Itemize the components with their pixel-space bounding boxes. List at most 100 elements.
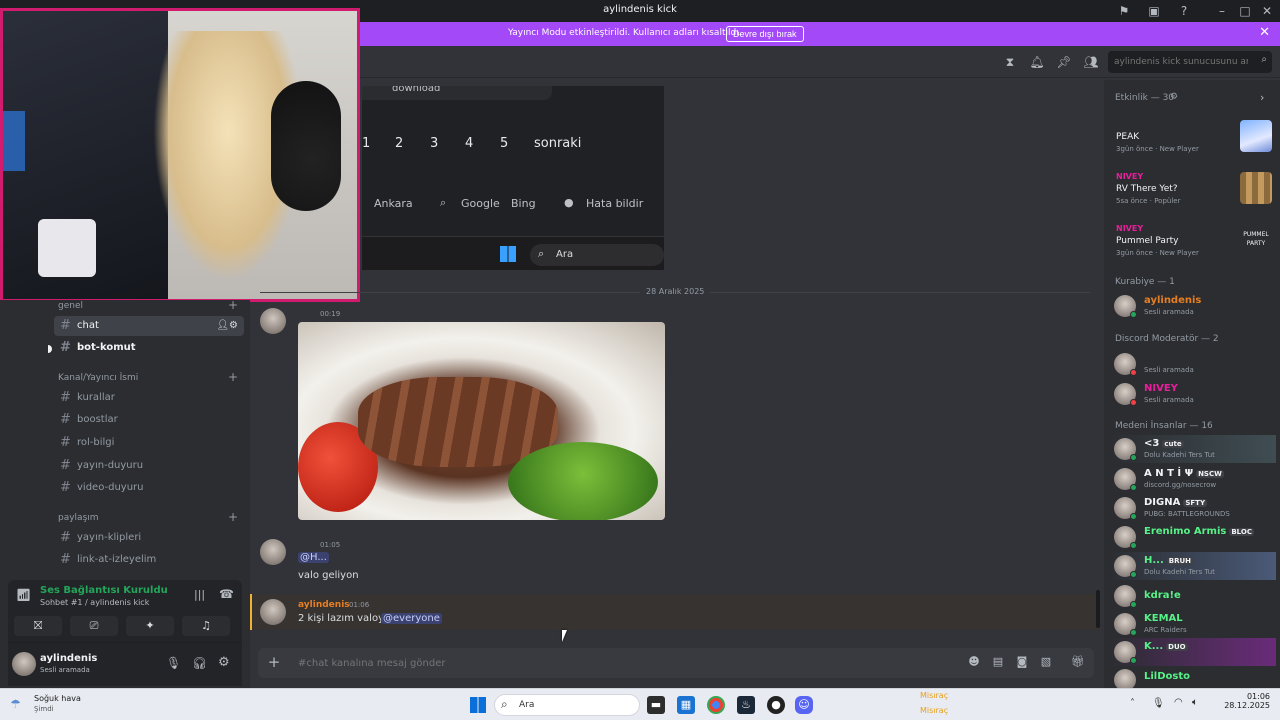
close-window-icon[interactable]: ✕ xyxy=(1259,3,1275,19)
message-author[interactable]: aylindenis xyxy=(298,600,350,610)
message-author[interactable] xyxy=(298,310,314,317)
image-icon[interactable]: ▧ xyxy=(1038,655,1054,671)
taskbar-search[interactable]: ⌕ Ara xyxy=(494,694,640,716)
close-icon[interactable]: ✕ xyxy=(1259,25,1270,40)
wifi-icon[interactable]: ◠ xyxy=(1174,697,1183,708)
store-icon[interactable]: ▦ xyxy=(677,696,695,714)
discord-icon[interactable]: ☺ xyxy=(795,696,813,714)
microphone-icon[interactable]: 🎙︎ xyxy=(1152,698,1165,709)
member-item[interactable]: LilDosto xyxy=(1110,666,1276,691)
activity-card[interactable]: NIVEY Pummel Party 3gün önce · New Playe… xyxy=(1110,222,1276,272)
page-3[interactable]: 3 xyxy=(430,136,438,151)
member-item[interactable]: aylindenis Sesli aramada xyxy=(1110,292,1276,320)
category-paylasim[interactable]: paylaşım xyxy=(58,513,99,523)
member-item[interactable]: kdra!e xyxy=(1110,582,1276,610)
activities-button[interactable]: ✦ xyxy=(126,616,174,636)
obs-icon[interactable]: ● xyxy=(767,696,785,714)
server-search[interactable]: ⌕ xyxy=(1108,51,1272,73)
page-1[interactable]: 1 xyxy=(362,136,370,151)
help-icon[interactable]: ? xyxy=(1176,3,1192,19)
footer-google[interactable]: Google xyxy=(461,197,500,210)
gift-icon[interactable]: 🎁︎ xyxy=(1070,655,1086,671)
member-item[interactable]: Sesli aramada xyxy=(1110,350,1276,378)
member-item[interactable]: Erenimo Armis BLOC xyxy=(1110,523,1276,551)
app-icon[interactable]: ☻ xyxy=(966,655,982,671)
start-icon[interactable] xyxy=(470,697,486,713)
activity-card[interactable]: NIVEY RV There Yet? 5sa önce · Popüler xyxy=(1110,170,1276,220)
avatar[interactable] xyxy=(260,308,286,334)
maximize-icon[interactable]: □ xyxy=(1237,3,1253,19)
voice-status[interactable]: Ses Bağlantısı Kuruldu xyxy=(40,585,168,596)
pin-icon[interactable]: 📌︎ xyxy=(1056,55,1072,71)
footer-report[interactable]: Hata bildir xyxy=(586,197,643,210)
page-2[interactable]: 2 xyxy=(395,136,403,151)
channel-rol-bilgi[interactable]: # rol-bilgi xyxy=(54,433,244,453)
add-channel-icon[interactable]: + xyxy=(228,298,238,312)
soundboard-button[interactable]: ♫ xyxy=(182,616,230,636)
weather-text[interactable]: Soğuk hava xyxy=(34,694,81,703)
member-item[interactable]: K... DUO xyxy=(1110,638,1276,666)
channel-link-at-izleyelim[interactable]: # link-at-izleyelim xyxy=(54,550,244,570)
file-explorer-icon[interactable]: ▬ xyxy=(647,696,665,714)
voice-channel[interactable]: Sohbet #1 / aylindenis kick xyxy=(40,598,149,607)
channel-bot-komut[interactable]: # bot-komut xyxy=(54,338,244,358)
channel-yayin-duyuru[interactable]: # yayın-duyuru xyxy=(54,456,244,476)
headphones-icon[interactable]: 🎧︎ xyxy=(192,656,207,670)
video-button[interactable]: ⛝ xyxy=(14,616,62,636)
steam-icon[interactable]: ♨ xyxy=(737,696,755,714)
chrome-icon[interactable] xyxy=(707,696,725,714)
sticker-icon[interactable]: ◙ xyxy=(1014,655,1030,671)
member-item[interactable]: DIGNA SFTY PUBG: BATTLEGROUNDS xyxy=(1110,494,1276,522)
footer-bing[interactable]: Bing xyxy=(511,197,536,210)
threads-icon[interactable]: ⧗ xyxy=(1002,55,1018,71)
member-item[interactable]: <3 cute Dolu Kadehi Ters Tut xyxy=(1110,435,1276,463)
microphone-icon[interactable]: 🎙︎ xyxy=(166,656,181,670)
settings-icon[interactable]: 👤︎⚙ xyxy=(216,316,238,336)
category-kanal[interactable]: Kanal/Yayıncı İsmi xyxy=(58,373,138,383)
screen-icon[interactable]: ▣ xyxy=(1146,3,1162,19)
disable-streamer-mode-button[interactable]: Devre dışı bırak xyxy=(726,26,804,42)
minimize-icon[interactable]: – xyxy=(1214,3,1230,19)
member-item[interactable]: KEMAL ARC Raiders xyxy=(1110,610,1276,638)
channel-video-duyuru[interactable]: # video-duyuru xyxy=(54,478,244,498)
events-header[interactable]: Etkinlik — 30 xyxy=(1115,93,1174,103)
footer-ankara[interactable]: Ankara xyxy=(374,197,413,210)
next-page[interactable]: sonraki xyxy=(534,136,581,151)
avatar[interactable] xyxy=(12,652,36,676)
member-item[interactable]: A N T İ Ψ NSCW discord.gg/nosecrow xyxy=(1110,465,1276,493)
bell-icon[interactable]: 🔔︎ xyxy=(1029,55,1045,71)
channel-kurallar[interactable]: # kurallar xyxy=(54,388,244,408)
members-icon[interactable]: 👥︎ xyxy=(1083,55,1099,71)
channel-boostlar[interactable]: # boostlar xyxy=(54,410,244,430)
message-image[interactable] xyxy=(298,322,665,520)
gear-icon[interactable]: ⚙ xyxy=(1170,92,1178,102)
page-5[interactable]: 5 xyxy=(500,136,508,151)
gif-icon[interactable]: ▤ xyxy=(990,655,1006,671)
chevron-right-icon[interactable]: › xyxy=(1260,91,1264,104)
activity-card[interactable]: PEAK 3gün önce · New Player xyxy=(1110,118,1276,168)
channel-chat[interactable]: # chat 👤︎⚙ xyxy=(54,316,244,336)
member-item[interactable]: H... BRUH Dolu Kadehi Ters Tut xyxy=(1110,552,1276,580)
search-input[interactable] xyxy=(1114,55,1248,69)
member-item[interactable]: NIVEY Sesli aramada xyxy=(1110,380,1276,408)
avatar[interactable] xyxy=(260,539,286,565)
gear-icon[interactable]: ⚙ xyxy=(218,655,230,670)
avatar[interactable] xyxy=(260,599,286,625)
chevron-up-icon[interactable]: ˄ xyxy=(1130,698,1135,709)
page-4[interactable]: 4 xyxy=(465,136,473,151)
screen-share-button[interactable]: ⎚ xyxy=(70,616,118,636)
user-mention[interactable]: @H... xyxy=(298,552,329,563)
add-channel-icon[interactable]: + xyxy=(228,510,238,524)
disconnect-icon[interactable]: ☎︎ xyxy=(219,587,234,601)
inbox-icon[interactable]: ⚑ xyxy=(1116,3,1132,19)
channel-yayin-klipleri[interactable]: # yayın-klipleri xyxy=(54,528,244,548)
message-input[interactable] xyxy=(298,656,898,670)
speaker-icon[interactable]: 🔈︎ xyxy=(1192,697,1198,708)
noise-suppression-icon[interactable]: ||| xyxy=(194,588,205,601)
everyone-mention[interactable]: @everyone xyxy=(381,613,442,624)
add-channel-icon[interactable]: + xyxy=(228,370,238,384)
category-genel[interactable]: genel xyxy=(58,301,83,311)
scrollbar[interactable] xyxy=(1096,590,1100,628)
plus-icon[interactable]: + xyxy=(266,653,282,671)
clock[interactable]: 01:06 28.12.2025 xyxy=(1210,692,1270,710)
